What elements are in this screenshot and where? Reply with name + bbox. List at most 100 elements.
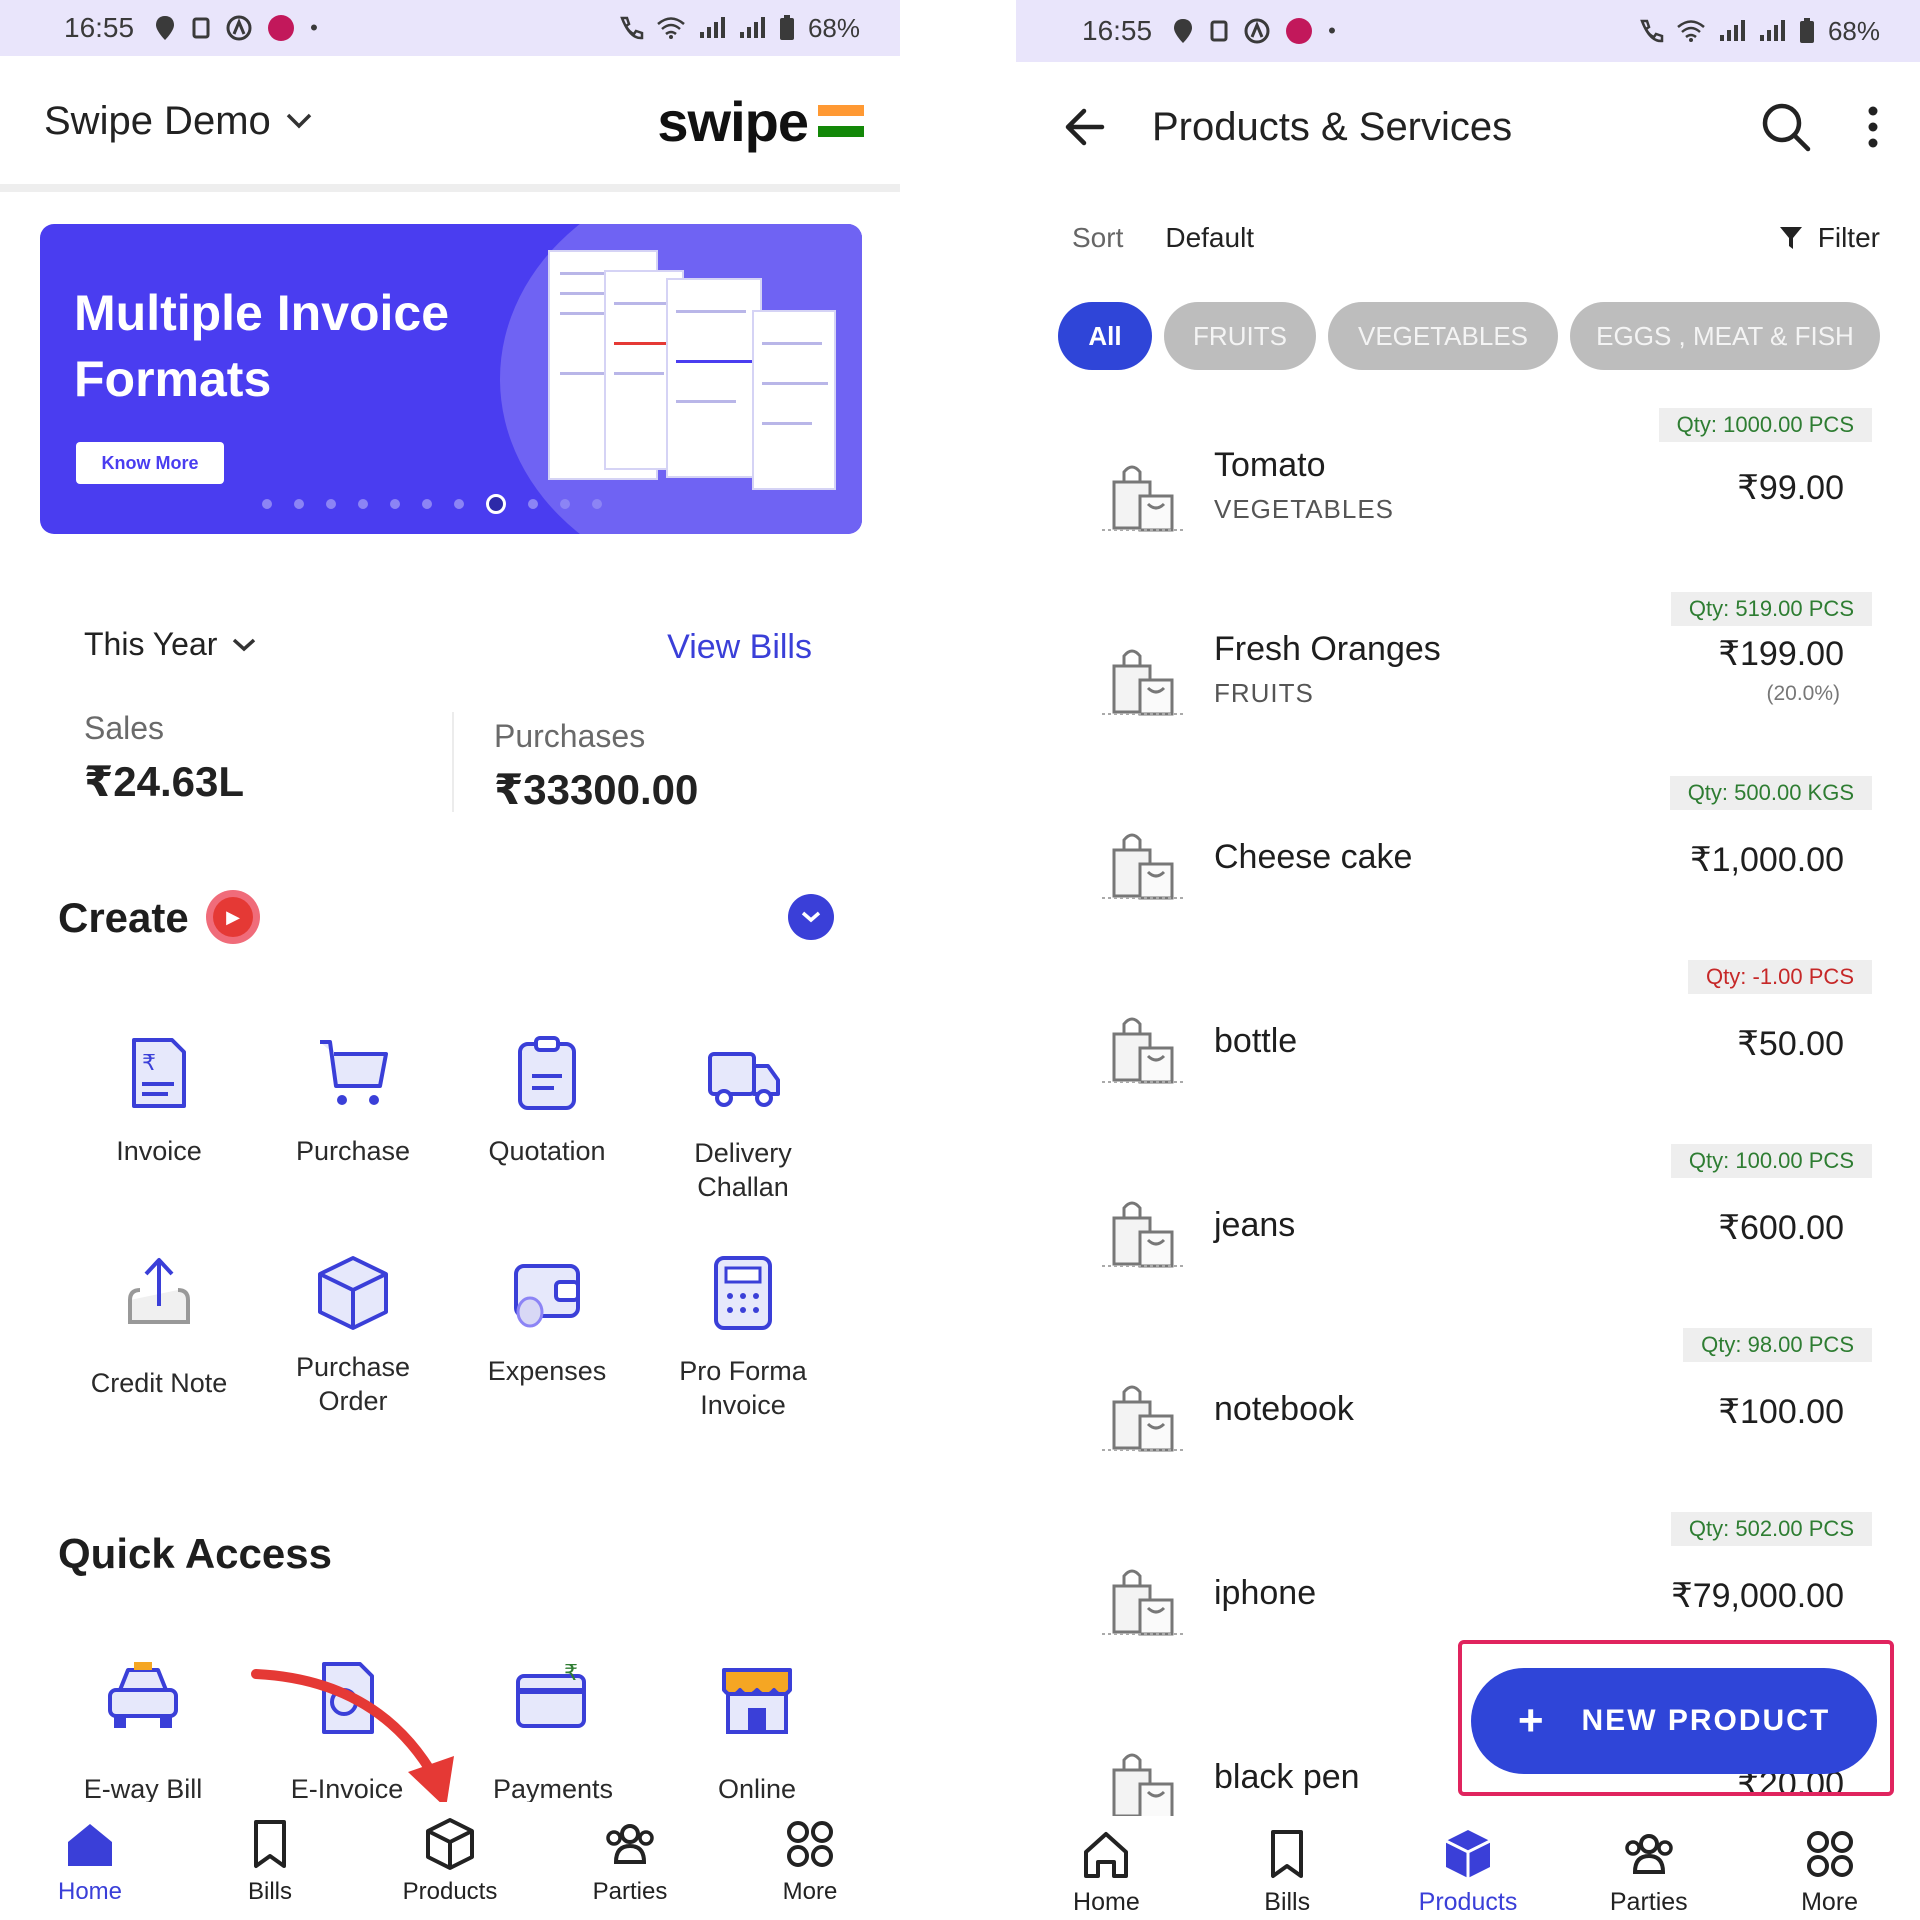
nav-label: Bills: [1264, 1888, 1311, 1916]
qty-badge: Qty: 100.00 PCS: [1670, 1144, 1872, 1178]
nav-label: Bills: [247, 1878, 292, 1905]
nav-products[interactable]: Products: [360, 1802, 540, 1920]
create-delivery-challan-tile[interactable]: Delivery Challan: [648, 1036, 838, 1204]
invoice-preview-4: [752, 310, 836, 490]
view-bills-link[interactable]: View Bills: [667, 628, 812, 667]
tile-label: Quotation: [488, 1136, 606, 1166]
filter-label: Filter: [1817, 222, 1880, 253]
tile-label: Payments: [492, 1774, 614, 1804]
tile-label: Pro Forma Invoice: [679, 1356, 807, 1420]
chip-eggs-meat-fish[interactable]: EGGS , MEAT & FISH: [1570, 302, 1880, 370]
tile-label: Invoice: [116, 1136, 202, 1166]
status-time: 16:55: [1082, 15, 1153, 46]
create-pro-forma-invoice-tile[interactable]: Pro Forma Invoice: [648, 1250, 838, 1422]
notification-icons: •: [1172, 18, 1336, 44]
upload-icon: [128, 1258, 190, 1324]
tile-label: Delivery Challan: [694, 1138, 792, 1202]
sales-value: ₹24.63L: [84, 758, 244, 805]
filter-button[interactable]: Filter: [1778, 222, 1880, 254]
product-row[interactable]: Qty: 500.00 KGS Cheese cake ₹1,000.00: [1016, 772, 1920, 956]
create-purchase-order-tile[interactable]: Purchase Order: [258, 1250, 448, 1418]
create-invoice-tile[interactable]: ₹ Invoice: [64, 1030, 254, 1168]
sort-label: Sort: [1072, 222, 1124, 253]
product-row[interactable]: Qty: 98.00 PCS notebook ₹100.00: [1016, 1324, 1920, 1508]
new-product-label: NEW PRODUCT: [1581, 1704, 1831, 1737]
period-selector[interactable]: This Year: [84, 626, 257, 663]
truck-icon: [708, 1052, 780, 1107]
nav-more[interactable]: More: [720, 1802, 900, 1920]
product-row[interactable]: Qty: 100.00 PCS jeans ₹600.00: [1016, 1140, 1920, 1324]
product-name: Fresh Oranges: [1214, 630, 1441, 668]
shopping-bag-icon: [1102, 1753, 1186, 1820]
cart-icon: [320, 1040, 388, 1105]
product-price: ₹600.00: [1718, 1209, 1844, 1247]
create-expenses-tile[interactable]: Expenses: [452, 1250, 642, 1388]
know-more-button[interactable]: Know More: [76, 442, 224, 484]
battery-icon: [779, 15, 794, 40]
create-purchase-tile[interactable]: Purchase: [258, 1030, 448, 1168]
search-icon[interactable]: [1760, 101, 1812, 153]
status-time: 16:55: [64, 12, 135, 43]
nav-parties[interactable]: Parties: [1558, 1816, 1739, 1920]
create-credit-note-tile[interactable]: Credit Note: [64, 1250, 254, 1400]
status-bar: 16:55 • 68%: [1016, 0, 1920, 62]
sim-icon: [192, 17, 210, 39]
chevron-down-icon: [233, 638, 256, 651]
shopping-bag-icon: [1102, 1201, 1186, 1268]
payments-icon: ₹: [516, 1661, 586, 1728]
nav-home[interactable]: Home: [1016, 1816, 1197, 1920]
nav-label: More: [782, 1878, 838, 1905]
chip-vegetables[interactable]: VEGETABLES: [1328, 302, 1558, 370]
create-quotation-tile[interactable]: Quotation: [452, 1030, 642, 1168]
promo-banner[interactable]: Multiple Invoice Formats Know More: [40, 224, 862, 534]
product-name: iphone: [1214, 1574, 1317, 1612]
new-product-button[interactable]: + NEW PRODUCT: [1471, 1668, 1877, 1774]
nav-products[interactable]: Products: [1378, 1816, 1559, 1920]
nav-more[interactable]: More: [1739, 1816, 1920, 1920]
home-icon: [68, 1824, 112, 1866]
plus-icon: +: [1517, 1696, 1546, 1745]
grid-icon: [1806, 1831, 1853, 1877]
battery-icon: [1799, 18, 1814, 43]
calculator-icon: [714, 1256, 772, 1330]
business-switcher[interactable]: Swipe Demo: [44, 99, 313, 144]
product-row[interactable]: Qty: -1.00 PCS bottle ₹50.00: [1016, 956, 1920, 1140]
signal-icon: [1719, 20, 1745, 41]
product-row[interactable]: Qty: 519.00 PCS Fresh Oranges FRUITS ₹19…: [1016, 588, 1920, 772]
chip-all[interactable]: All: [1058, 302, 1152, 370]
invoice-preview-3: [666, 278, 762, 478]
nav-bills[interactable]: Bills: [180, 1802, 360, 1920]
play-video-icon[interactable]: ▶: [206, 890, 260, 944]
bookmark-icon: [254, 1820, 286, 1868]
tile-label: Purchase Order: [295, 1352, 411, 1416]
call-icon: [1640, 19, 1664, 43]
tile-label: Online: [717, 1774, 797, 1804]
app-notification-icon: [226, 15, 252, 41]
more-notifications-icon: •: [310, 15, 318, 40]
qty-badge: Qty: 519.00 PCS: [1670, 592, 1872, 626]
qty-badge: Qty: 98.00 PCS: [1683, 1328, 1872, 1362]
product-price: ₹79,000.00: [1671, 1577, 1844, 1615]
nav-bills[interactable]: Bills: [1197, 1816, 1378, 1920]
system-icons: 68%: [1638, 16, 1880, 47]
quick-payments-tile[interactable]: ₹ Payments: [458, 1656, 648, 1806]
period-label: This Year: [84, 626, 218, 662]
product-row[interactable]: Qty: 1000.00 PCS Tomato VEGETABLES ₹99.0…: [1016, 404, 1920, 588]
chip-fruits[interactable]: FRUITS: [1164, 302, 1316, 370]
red-arrow-annotation: [251, 1669, 454, 1808]
brand-wordmark: swipe: [657, 89, 809, 153]
invoice-icon: ₹: [132, 1038, 186, 1108]
chevron-down-icon: [801, 911, 821, 923]
nav-parties[interactable]: Parties: [540, 1802, 720, 1920]
collapse-create-button[interactable]: [788, 894, 834, 940]
nav-home[interactable]: Home: [0, 1802, 180, 1920]
call-icon: [620, 16, 644, 40]
sort-dropdown[interactable]: Default: [1165, 222, 1254, 254]
quick-online-tile[interactable]: Online: [662, 1656, 852, 1806]
product-price: ₹1,000.00: [1690, 841, 1844, 879]
overflow-menu-icon[interactable]: [1866, 105, 1880, 149]
quick-eway-bill-tile[interactable]: E-way Bill: [48, 1656, 238, 1806]
back-arrow-icon[interactable]: [1060, 101, 1112, 153]
nav-label: Parties: [1609, 1888, 1688, 1916]
nav-label: Home: [57, 1878, 123, 1905]
